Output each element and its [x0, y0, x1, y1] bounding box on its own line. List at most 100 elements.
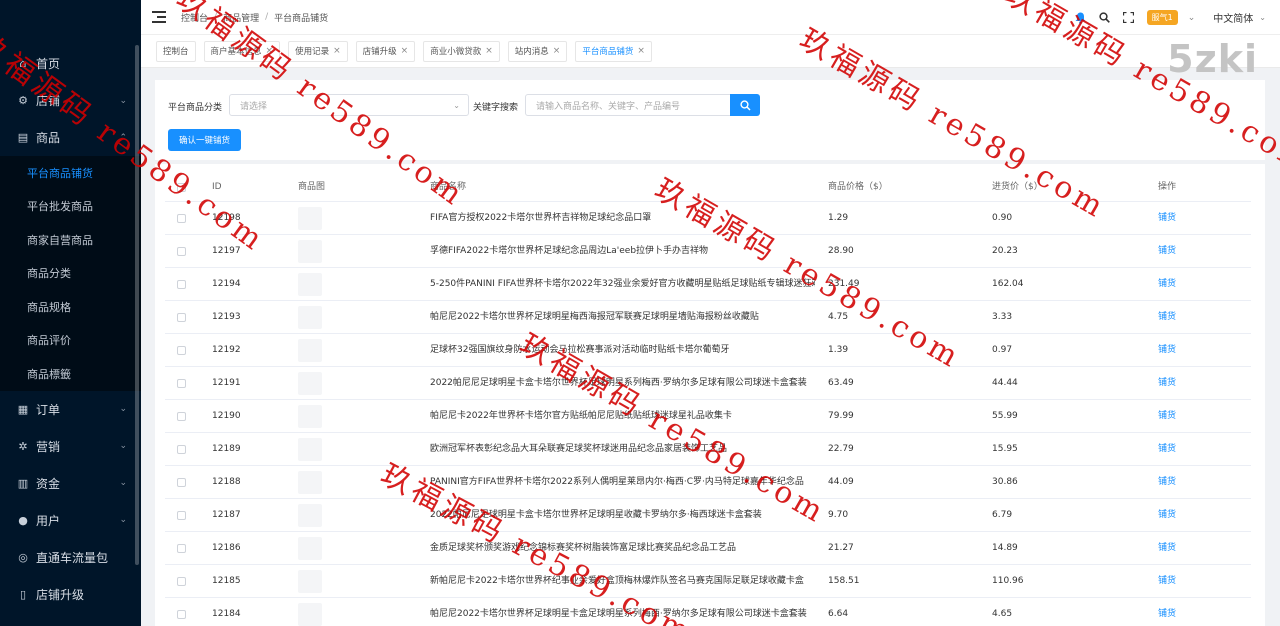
sidebar-item-goods[interactable]: ▤ 商品 ⌃	[0, 119, 141, 156]
search-button[interactable]	[730, 94, 760, 116]
row-checkbox[interactable]	[177, 577, 186, 586]
table-row: 12190 帕尼尼卡2022年世界杯卡塔尔官方贴纸帕尼尼贴纸贴纸球迷球星礼品收集卡…	[165, 400, 1251, 433]
sidebar-subitem[interactable]: 商品规格	[0, 290, 141, 324]
cell-id: 12190	[212, 411, 241, 421]
stock-link[interactable]: 铺货	[1158, 202, 1176, 235]
cell-price: 1.29	[828, 213, 849, 223]
sidebar-subitem[interactable]: 商品评价	[0, 324, 141, 358]
row-checkbox[interactable]	[177, 313, 186, 322]
language-select[interactable]: 中文简体	[1213, 10, 1253, 25]
close-icon[interactable]: ×	[333, 46, 341, 56]
sidebar-subitem[interactable]: 商品分类	[0, 257, 141, 291]
row-checkbox[interactable]	[177, 445, 186, 454]
tab-item[interactable]: 店铺升级 ×	[355, 40, 416, 62]
sidebar-scrollbar[interactable]	[135, 45, 139, 565]
header-id: ID	[212, 182, 222, 192]
sidebar-menu: ⌂ 首页 ⚙ 店铺 ⌄ ▤ 商品 ⌃ 平台商品铺货 平台批发商品 商家自营商品 商品分类 商品规格 商品评…	[0, 45, 141, 613]
select-all-checkbox[interactable]	[177, 183, 186, 192]
row-checkbox[interactable]	[177, 412, 186, 421]
breadcrumb: 控制台 / 商品管理 / 平台商品铺货	[181, 11, 329, 24]
sidebar-subitem[interactable]: 平台商品铺货	[0, 156, 141, 190]
keyword-input[interactable]: 请输入商品名称、关键字、产品编号	[525, 94, 731, 116]
stock-link[interactable]: 铺货	[1158, 301, 1176, 334]
sidebar-item-finance[interactable]: ▥ 资金 ⌄	[0, 465, 141, 502]
bulk-stock-button[interactable]: 确认一键铺货	[168, 129, 242, 151]
close-icon[interactable]: ×	[266, 46, 274, 56]
cell-id: 12192	[212, 345, 241, 355]
cell-id: 12189	[212, 444, 241, 454]
category-select[interactable]: 请选择 ⌄	[229, 94, 469, 116]
sidebar-item-user[interactable]: ● 用户 ⌄	[0, 502, 141, 539]
cell-name: 2022帕尼尼足球明星卡盒卡塔尔世界杯足球明星系列梅西·罗纳尔多足球有限公司球迷…	[430, 378, 807, 388]
tab-item[interactable]: 商业小微贷款 ×	[423, 40, 500, 62]
stock-link[interactable]: 铺货	[1158, 268, 1176, 301]
tab-item[interactable]: 使用记录 ×	[288, 40, 348, 62]
close-icon[interactable]: ×	[401, 46, 409, 56]
breadcrumb-goods-manage[interactable]: 商品管理	[223, 11, 259, 24]
filter-panel: 平台商品分类 请选择 ⌄ 关键字搜索 请输入商品名称、关键字、产品编号 确认一键…	[155, 80, 1265, 160]
breadcrumb-console[interactable]: 控制台	[181, 11, 208, 24]
sidebar-item-label: 店铺升级	[36, 587, 85, 602]
stock-link[interactable]: 铺货	[1158, 235, 1176, 268]
close-icon[interactable]: ×	[553, 46, 561, 56]
tab-item[interactable]: 商户基本信息 ×	[203, 40, 281, 62]
tab-label: 商业小微贷款	[430, 47, 482, 57]
bag-icon: ▤	[17, 131, 29, 144]
chevron-down-icon: ⌄	[119, 404, 127, 414]
keyword-label: 关键字搜索	[473, 103, 519, 113]
menu-fold-icon[interactable]	[152, 11, 166, 23]
sidebar-item-marketing[interactable]: ✲ 营销 ⌄	[0, 428, 141, 465]
product-thumbnail	[298, 603, 322, 626]
table-row: 12189 欧洲冠军杯表彰纪念品大耳朵联赛足球奖杯球迷用品纪念品家居装饰工艺品 22…	[165, 433, 1251, 466]
stock-link[interactable]: 铺货	[1158, 466, 1176, 499]
chevron-down-icon[interactable]: ⌄	[1188, 13, 1196, 23]
top-right-actions: 服气1 ⌄ 中文简体 ⌄	[1075, 0, 1280, 35]
sidebar-subitem[interactable]: 商品標籤	[0, 357, 141, 391]
stock-link[interactable]: 铺货	[1158, 598, 1176, 626]
table-header: ID 商品图 商品名称 商品价格（$） 进货价（$） 操作	[165, 172, 1251, 202]
sidebar-item-shop[interactable]: ⚙ 店铺 ⌄	[0, 82, 141, 119]
row-checkbox[interactable]	[177, 280, 186, 289]
row-checkbox[interactable]	[177, 247, 186, 256]
tab-item[interactable]: 控制台	[156, 40, 196, 62]
row-checkbox[interactable]	[177, 511, 186, 520]
sidebar-subitem[interactable]: 平台批发商品	[0, 190, 141, 224]
sidebar-item-order[interactable]: ▦ 订单 ⌄	[0, 391, 141, 428]
tab-item[interactable]: 平台商品铺货 ×	[575, 40, 652, 62]
product-thumbnail	[298, 471, 322, 494]
stock-link[interactable]: 铺货	[1158, 334, 1176, 367]
sidebar-item-upgrade[interactable]: ▯ 店铺升级	[0, 576, 141, 613]
fullscreen-icon[interactable]	[1123, 11, 1135, 24]
close-icon[interactable]: ×	[637, 46, 645, 56]
row-checkbox[interactable]	[177, 544, 186, 553]
chevron-down-icon[interactable]: ⌄	[1259, 13, 1266, 22]
stock-link[interactable]: 铺货	[1158, 400, 1176, 433]
cell-name: 帕尼尼卡2022年世界杯卡塔尔官方贴纸帕尼尼贴纸贴纸球迷球星礼品收集卡	[430, 411, 732, 421]
stock-link[interactable]: 铺货	[1158, 367, 1176, 400]
chevron-down-icon: ⌄	[119, 441, 127, 451]
sidebar-item-home[interactable]: ⌂ 首页	[0, 45, 141, 82]
user-badge[interactable]: 服气1	[1146, 10, 1178, 25]
bell-icon[interactable]	[1075, 12, 1087, 24]
row-checkbox[interactable]	[177, 478, 186, 487]
row-checkbox[interactable]	[177, 346, 186, 355]
table-row: 12188 PANINI官方FIFA世界杯卡塔尔2022系列人偶明星莱昂内尔·梅西…	[165, 466, 1251, 499]
sidebar-submenu-goods: 平台商品铺货 平台批发商品 商家自营商品 商品分类 商品规格 商品评价 商品標籤	[0, 156, 141, 391]
stock-link[interactable]: 铺货	[1158, 433, 1176, 466]
row-checkbox[interactable]	[177, 214, 186, 223]
cell-price: 44.09	[828, 477, 854, 487]
stock-link[interactable]: 铺货	[1158, 565, 1176, 598]
cell-price: 6.64	[828, 609, 849, 619]
cell-price: 9.70	[828, 510, 849, 520]
stock-link[interactable]: 铺货	[1158, 532, 1176, 565]
header-cost: 进货价（$）	[992, 182, 1043, 192]
tab-item[interactable]: 站内消息 ×	[507, 40, 568, 62]
row-checkbox[interactable]	[177, 610, 186, 619]
search-icon[interactable]	[1099, 11, 1111, 24]
table-row: 12198 FIFA官方授权2022卡塔尔世界杯吉祥物足球纪念品口罩 1.29 0.9…	[165, 202, 1251, 235]
sidebar-subitem[interactable]: 商家自营商品	[0, 223, 141, 257]
close-icon[interactable]: ×	[485, 46, 493, 56]
row-checkbox[interactable]	[177, 379, 186, 388]
stock-link[interactable]: 铺货	[1158, 499, 1176, 532]
sidebar-item-traffic[interactable]: ◎ 直通车流量包	[0, 539, 141, 576]
